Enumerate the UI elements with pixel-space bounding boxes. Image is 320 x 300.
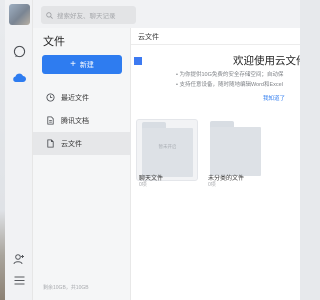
- folder-count: 0项: [208, 182, 216, 188]
- banner-bullet: • 支持任意设备，随时随地编辑Word和Excel: [176, 82, 283, 88]
- banner-title: 欢迎使用云文件: [233, 55, 300, 67]
- banner-marker: [134, 57, 142, 65]
- document-icon: [45, 116, 55, 126]
- search-icon: [46, 11, 53, 19]
- clock-icon: [45, 93, 55, 103]
- dismiss-link[interactable]: 我知道了: [263, 94, 285, 102]
- sidebar-item-label: 腾讯文档: [61, 117, 89, 125]
- chat-icon[interactable]: [12, 44, 26, 58]
- folder-tag: 暂未开启: [158, 144, 177, 149]
- menu-icon[interactable]: [12, 273, 26, 287]
- new-button-label: 新建: [79, 61, 94, 69]
- avatar[interactable]: [9, 4, 30, 25]
- banner-bullet: • 为你提供10G免费的安全存储空间；自动保: [176, 72, 284, 78]
- sidebar-item-recent[interactable]: 最近文件: [33, 86, 131, 109]
- sidebar-item-label: 云文件: [61, 140, 82, 148]
- nav-rail: [5, 0, 33, 300]
- cloud-file-icon: [45, 139, 55, 149]
- top-bar: 搜索好友、聊天记录: [33, 0, 300, 28]
- sidebar-item-label: 最近文件: [61, 94, 89, 102]
- folder-icon: 暂未开启: [142, 122, 193, 177]
- search-placeholder: 搜索好友、聊天记录: [57, 13, 116, 20]
- storage-info: 剩余10GB，共10GB: [43, 285, 89, 291]
- new-button[interactable]: + 新建: [42, 55, 122, 74]
- sidebar-item-cloud-files[interactable]: 云文件: [33, 132, 131, 155]
- plus-icon: +: [70, 58, 76, 70]
- files-sidebar: 文件 + 新建 最近文件 腾讯文档 云文件 剩余10GB，共10GB: [33, 28, 131, 300]
- folder-icon: [210, 121, 261, 176]
- divider: [131, 44, 300, 45]
- app-window: 搜索好友、聊天记录 文件 + 新建 最近文件 腾讯文档 云文件 剩余10GB，共…: [5, 0, 300, 300]
- search-input[interactable]: 搜索好友、聊天记录: [41, 6, 136, 24]
- folder-count: 0项: [139, 182, 147, 188]
- folder-card-uncategorized[interactable]: [205, 119, 267, 181]
- breadcrumb: 云文件: [138, 34, 159, 41]
- cloud-icon[interactable]: [12, 70, 26, 84]
- main-panel: 云文件 欢迎使用云文件 • 为你提供10G免费的安全存储空间；自动保 • 支持任…: [131, 28, 300, 300]
- sidebar-title: 文件: [43, 36, 65, 48]
- add-contact-icon[interactable]: [12, 252, 26, 266]
- folder-card-chat[interactable]: 暂未开启: [136, 119, 198, 181]
- sidebar-item-tencent-docs[interactable]: 腾讯文档: [33, 109, 131, 132]
